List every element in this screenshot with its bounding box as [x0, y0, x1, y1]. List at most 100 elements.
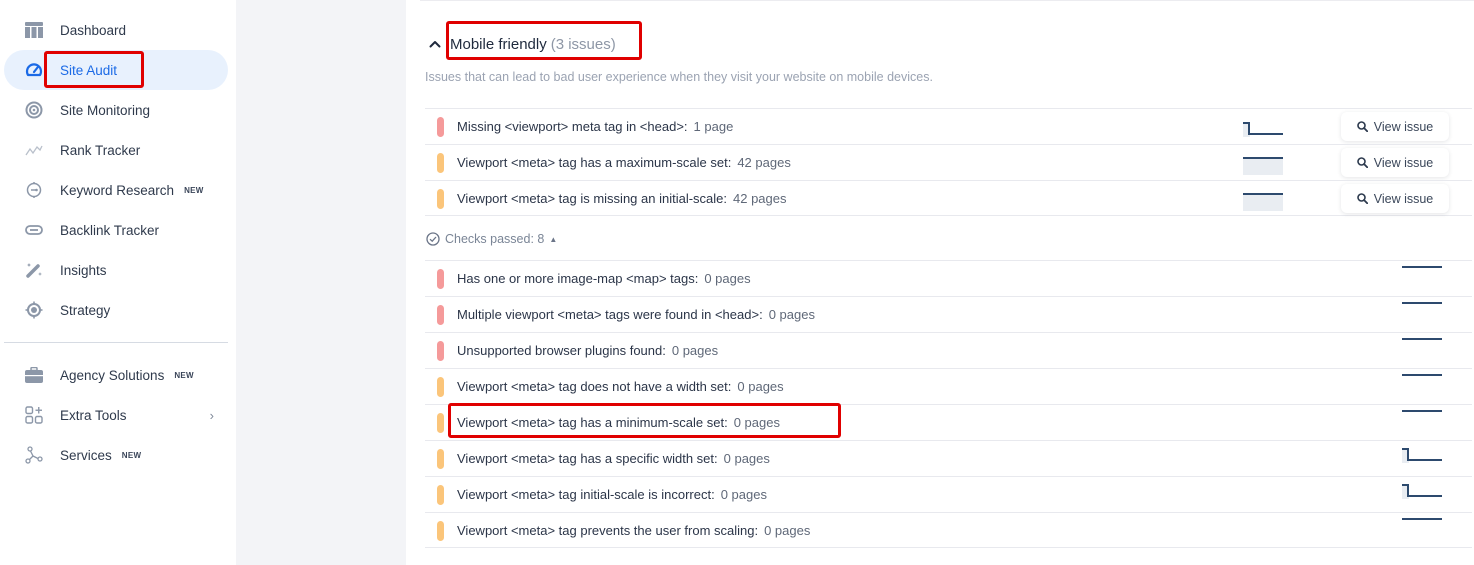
content-gutter	[236, 0, 406, 565]
view-issue-button[interactable]: View issue	[1341, 112, 1449, 141]
issue-label[interactable]: Viewport <meta> tag is missing an initia…	[457, 191, 787, 206]
chevron-right-icon: ›	[209, 407, 214, 423]
severity-error-indicator	[437, 117, 444, 137]
issue-label[interactable]: Multiple viewport <meta> tags were found…	[457, 307, 815, 322]
sidebar-item-rank-tracker[interactable]: Rank Tracker	[4, 130, 228, 170]
sidebar-item-keyword-research[interactable]: Keyword Research NEW	[4, 170, 228, 210]
view-issue-button[interactable]: View issue	[1341, 148, 1449, 177]
dashboard-icon	[24, 20, 44, 40]
severity-warning-indicator	[437, 153, 444, 173]
sidebar-item-agency-solutions[interactable]: Agency Solutions NEW	[4, 355, 228, 395]
issue-row[interactable]: Viewport <meta> tag has a minimum-scale …	[425, 404, 1472, 440]
sidebar-item-label: Keyword Research NEW	[60, 182, 204, 198]
section-description: Issues that can lead to bad user experie…	[425, 70, 933, 84]
issue-label[interactable]: Viewport <meta> tag has a minimum-scale …	[457, 415, 780, 430]
magic-wand-icon	[24, 260, 44, 280]
trend-sparkline	[1242, 119, 1284, 139]
issue-page-count: 0 pages	[704, 271, 751, 286]
link-icon	[24, 220, 44, 240]
sidebar-item-dashboard[interactable]: Dashboard	[4, 10, 228, 50]
issue-label[interactable]: Viewport <meta> tag does not have a widt…	[457, 379, 784, 394]
gauge-icon	[24, 60, 44, 80]
severity-warning-indicator	[437, 521, 444, 541]
issue-row[interactable]: Viewport <meta> tag does not have a widt…	[425, 368, 1472, 404]
severity-warning-indicator	[437, 485, 444, 505]
issue-row[interactable]: Viewport <meta> tag initial-scale is inc…	[425, 476, 1472, 512]
severity-error-indicator	[437, 305, 444, 325]
severity-warning-indicator	[437, 189, 444, 209]
issue-label[interactable]: Viewport <meta> tag prevents the user fr…	[457, 523, 810, 538]
sidebar-item-label: Site Audit	[60, 62, 118, 78]
checks-passed-toggle[interactable]: Checks passed: 8 ▲	[426, 230, 557, 248]
search-icon	[1356, 121, 1368, 132]
issue-label[interactable]: Has one or more image-map <map> tags: 0 p…	[457, 271, 751, 286]
section-header-toggle[interactable]: Mobile friendly (3 issues)	[426, 30, 616, 58]
sidebar-item-label: Site Monitoring	[60, 102, 151, 118]
search-icon	[1356, 193, 1368, 204]
issue-row[interactable]: Unsupported browser plugins found: 0 page…	[425, 332, 1472, 368]
chevron-up-icon[interactable]	[426, 35, 444, 53]
sidebar-item-label: Extra Tools	[60, 407, 127, 423]
issue-page-count: 0 pages	[733, 415, 780, 430]
apps-plus-icon	[24, 405, 44, 425]
section-issue-count: (3 issues)	[550, 35, 616, 53]
trend-sparkline	[1401, 300, 1443, 320]
issue-page-count: 0 pages	[671, 343, 719, 358]
issue-row[interactable]: Multiple viewport <meta> tags were found…	[425, 296, 1472, 332]
sidebar-item-label: Strategy	[60, 302, 111, 318]
sidebar-item-extra-tools[interactable]: Extra Tools ›	[4, 395, 228, 435]
issue-label[interactable]: Viewport <meta> tag has a specific width…	[457, 451, 770, 466]
issue-row[interactable]: Has one or more image-map <map> tags: 0 p…	[425, 260, 1472, 296]
issue-row[interactable]: Viewport <meta> tag prevents the user fr…	[425, 512, 1472, 548]
sidebar-item-label: Backlink Tracker	[60, 222, 160, 238]
sidebar-item-site-audit[interactable]: Site Audit	[4, 50, 228, 90]
issue-row[interactable]: Viewport <meta> tag has a maximum-scale …	[425, 144, 1472, 180]
issue-page-count: 0 pages	[737, 379, 784, 394]
issue-page-count: 42 pages	[737, 155, 791, 170]
sidebar-item-label: Insights	[60, 262, 107, 278]
sidebar-item-label: Dashboard	[60, 22, 127, 38]
issue-page-count: 1 page	[693, 119, 734, 134]
trend-sparkline	[1401, 481, 1443, 501]
sidebar-item-backlink-tracker[interactable]: Backlink Tracker	[4, 210, 228, 250]
monitoring-icon	[24, 100, 44, 120]
sidebar-item-site-monitoring[interactable]: Site Monitoring	[4, 90, 228, 130]
trend-sparkline	[1401, 264, 1443, 284]
checks-passed-label: Checks passed: 8	[445, 232, 545, 246]
trend-sparkline	[1401, 516, 1443, 536]
issue-label[interactable]: Viewport <meta> tag initial-scale is inc…	[457, 487, 767, 502]
new-badge: NEW	[174, 370, 194, 380]
section-title: Mobile friendly	[450, 35, 547, 53]
severity-warning-indicator	[437, 449, 444, 469]
issue-row[interactable]: Viewport <meta> tag has a specific width…	[425, 440, 1472, 476]
issue-page-count: 0 pages	[768, 307, 815, 322]
issue-page-count: 42 pages	[733, 190, 787, 206]
new-badge: NEW	[184, 185, 204, 195]
trend-sparkline	[1401, 372, 1443, 392]
trend-sparkline	[1401, 336, 1443, 356]
issue-label[interactable]: Missing <viewport> meta tag in <head>: 1 …	[457, 119, 733, 134]
sidebar-item-label: Services NEW	[60, 447, 142, 463]
main-content: Mobile friendly (3 issues) Issues that c…	[406, 0, 1474, 565]
issue-row[interactable]: Missing <viewport> meta tag in <head>: 1 …	[425, 108, 1472, 144]
issue-row[interactable]: Viewport <meta> tag is missing an initia…	[425, 180, 1472, 216]
issue-page-count: 0 pages	[720, 487, 767, 502]
severity-warning-indicator	[437, 413, 444, 433]
sidebar-item-services[interactable]: Services NEW	[4, 435, 228, 475]
new-badge: NEW	[121, 450, 142, 460]
issue-label[interactable]: Unsupported browser plugins found: 0 page…	[457, 343, 718, 358]
severity-error-indicator	[437, 341, 444, 361]
trend-sparkline	[1242, 191, 1284, 211]
issue-page-count: 0 pages	[764, 522, 811, 538]
nodes-icon	[24, 445, 44, 465]
issue-label[interactable]: Viewport <meta> tag has a maximum-scale …	[457, 155, 791, 170]
sidebar-divider	[4, 342, 228, 343]
caret-up-icon: ▲	[549, 234, 558, 244]
severity-error-indicator	[437, 269, 444, 289]
sidebar-item-insights[interactable]: Insights	[4, 250, 228, 290]
view-issue-button[interactable]: View issue	[1341, 184, 1449, 213]
keyword-icon	[24, 180, 44, 200]
trend-line-icon	[24, 140, 44, 160]
sidebar-item-strategy[interactable]: Strategy	[4, 290, 228, 330]
sidebar: Dashboard Site Audit Site Monitoring Ran…	[0, 0, 236, 565]
